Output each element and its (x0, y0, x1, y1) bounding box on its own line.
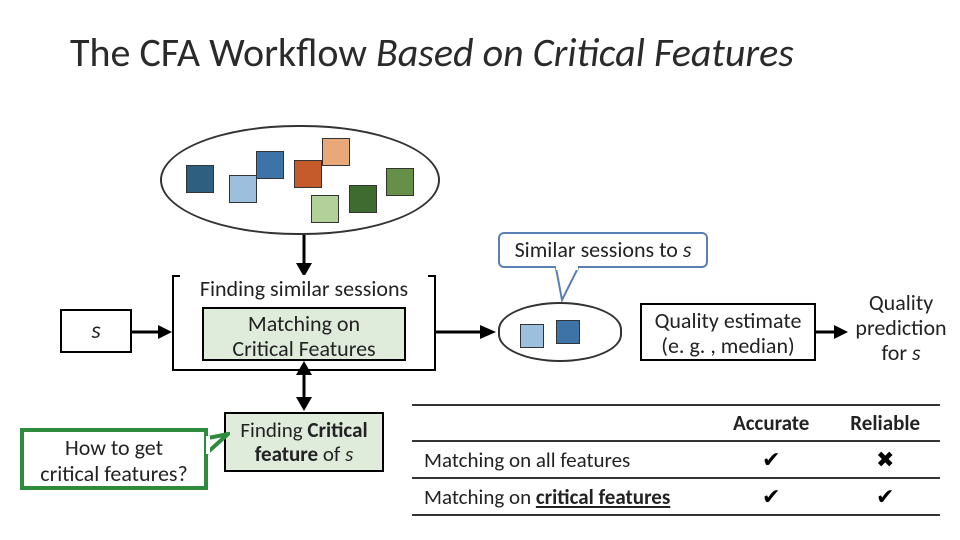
similar-square (520, 324, 544, 348)
row2-label: Matching on critical features (412, 478, 712, 515)
callout-text: Similar sessions to (515, 236, 683, 263)
matching-critical-features-box: Matching on Critical Features (202, 307, 406, 361)
pool-square (256, 151, 284, 179)
fcf-suffix-em: s (345, 441, 353, 467)
fcf-prefix: Finding (240, 417, 307, 443)
how-callout-pointer-icon (206, 432, 230, 458)
row1-label: Matching on all features (412, 441, 712, 478)
qpred-line3-prefix: for (881, 339, 912, 366)
similar-sessions-callout: Similar sessions to s (498, 232, 708, 268)
table-row: Matching on all features ✔ ✖ (412, 441, 940, 478)
slide-title: The CFA Workflow Based on Critical Featu… (70, 28, 794, 77)
quality-prediction-text: Quality prediction for s (846, 290, 956, 365)
table-header-row: Accurate Reliable (412, 405, 940, 441)
how-line1: How to get (65, 434, 163, 461)
finding-similar-sessions-label: Finding similar sessions (180, 275, 428, 302)
callout-pointer-icon (552, 266, 582, 304)
qpred-line3-em: s (912, 339, 921, 366)
comparison-table: Accurate Reliable Matching on all featur… (412, 404, 940, 516)
arrow-qest-to-qpred (816, 322, 850, 342)
pool-square (386, 168, 414, 196)
pool-square (311, 195, 339, 223)
row2-reliable: ✔ (830, 478, 940, 515)
table-corner (412, 405, 712, 441)
s-label: s (91, 316, 100, 345)
pool-square (229, 175, 257, 203)
pool-square (294, 160, 322, 188)
session-s-box: s (60, 309, 132, 353)
fcf-suffix-prefix: of (318, 441, 345, 467)
row1-accurate: ✔ (712, 441, 830, 478)
matching-line2: Critical Features (232, 335, 375, 362)
qpred-line1: Quality (869, 289, 933, 316)
row2-bold: critical features (536, 484, 670, 510)
row2-accurate: ✔ (712, 478, 830, 515)
arrow-down-pool-to-match (292, 235, 316, 279)
arrow-s-to-match (132, 322, 174, 342)
col-accurate: Accurate (712, 405, 830, 441)
qest-line2: (e. g. , median) (661, 332, 794, 359)
col-reliable: Reliable (830, 405, 940, 441)
pool-square (186, 165, 214, 193)
similar-square (556, 320, 580, 344)
matching-line1: Matching on (248, 310, 360, 337)
pool-square (322, 138, 350, 166)
title-emph: Based on Critical Features (376, 28, 794, 77)
how-to-get-callout: How to get critical features? (20, 428, 208, 490)
qpred-line2: prediction (855, 314, 946, 341)
quality-estimate-box: Quality estimate (e. g. , median) (640, 303, 816, 361)
finding-critical-feature-box: Finding Critical feature of s (224, 412, 384, 472)
row2-prefix: Matching on (424, 484, 536, 510)
arrow-match-to-similar (436, 322, 498, 342)
title-plain: The CFA Workflow (70, 28, 376, 77)
how-line2: critical features? (40, 460, 187, 487)
row1-reliable: ✖ (830, 441, 940, 478)
callout-em: s (683, 236, 692, 263)
pool-square (349, 185, 377, 213)
qest-line1: Quality estimate (655, 307, 802, 334)
arrow-fcf-to-matching (292, 361, 316, 413)
table-row: Matching on critical features ✔ ✔ (412, 478, 940, 515)
